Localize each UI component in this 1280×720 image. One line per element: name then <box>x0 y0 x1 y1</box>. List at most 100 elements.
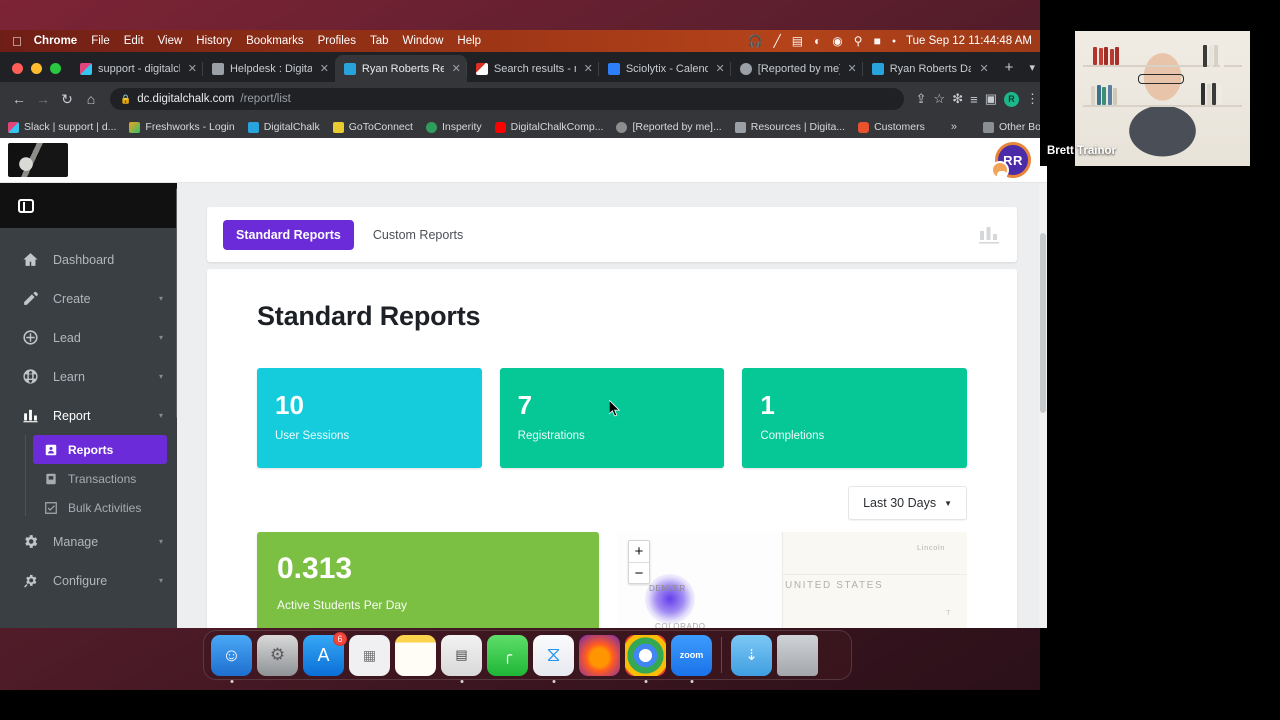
sidebar-item-lead[interactable]: Lead ▾ <box>0 318 177 357</box>
dock-app-app-store[interactable]: A 6 <box>303 631 347 676</box>
menubar-clock[interactable]: Tue Sep 12 11:44:48 AM <box>906 35 1032 47</box>
bookmark-item[interactable]: Insperity <box>425 121 482 133</box>
stat-card-completions[interactable]: 1 Completions <box>742 368 968 468</box>
extensions-puzzle-icon[interactable]: ❇ <box>952 91 963 107</box>
menu-file[interactable]: File <box>91 35 110 47</box>
sidebar-item-label: Create <box>53 291 91 306</box>
bookmark-item[interactable]: Freshworks - Login <box>129 121 235 133</box>
forward-icon[interactable]: → <box>32 88 54 110</box>
menu-chrome[interactable]: Chrome <box>34 35 77 47</box>
sidebar-toggle-icon[interactable] <box>18 198 34 213</box>
battery-icon[interactable]: ▤ <box>792 34 803 48</box>
tab-standard-reports[interactable]: Standard Reports <box>223 219 354 250</box>
browser-tab[interactable]: Sciolytix - Calenda ✕ <box>597 55 731 82</box>
pencil-slash-icon[interactable]: ╱ <box>773 34 780 48</box>
wifi-icon[interactable]: ◐ <box>814 34 821 48</box>
menu-edit[interactable]: Edit <box>124 35 144 47</box>
browser-tab[interactable]: [Reported by me] I ✕ <box>729 55 863 82</box>
reload-icon[interactable]: ↻ <box>56 88 78 110</box>
close-tab-icon[interactable]: ✕ <box>848 62 857 75</box>
browser-tab-active[interactable]: Ryan Roberts Repo ✕ <box>334 55 467 82</box>
sidebar-item-reports[interactable]: Reports <box>33 435 167 464</box>
sidebar-item-bulk-activities[interactable]: Bulk Activities <box>33 493 167 522</box>
back-icon[interactable]: ← <box>8 88 30 110</box>
bookmark-item[interactable]: GoToConnect <box>332 121 413 133</box>
page-scrollbar[interactable] <box>1039 183 1047 628</box>
menu-profiles[interactable]: Profiles <box>318 35 356 47</box>
dock-app-notes[interactable] <box>395 634 436 676</box>
bar-chart-icon[interactable] <box>977 225 1001 245</box>
headphones-icon[interactable]: 🎧 <box>748 34 763 48</box>
browser-tab[interactable]: Helpdesk : DigitalC ✕ <box>201 55 335 82</box>
dock-folder-downloads[interactable]: ⇣ <box>731 634 772 676</box>
bookmark-item[interactable]: Resources | Digita... <box>734 121 845 133</box>
stat-card-active-students[interactable]: 0.313 Active Students Per Day <box>257 532 599 628</box>
bookmark-item[interactable]: Customers <box>858 121 925 133</box>
minimize-window-button[interactable] <box>31 63 42 74</box>
new-tab-button[interactable]: + <box>995 59 1024 82</box>
menu-history[interactable]: History <box>196 35 232 47</box>
bookmark-item[interactable]: Slack | support | d... <box>8 121 116 133</box>
bookmark-item[interactable]: [Reported by me]... <box>616 121 722 133</box>
home-icon[interactable]: ⌂ <box>80 88 102 110</box>
close-tab-icon[interactable]: ✕ <box>716 62 725 75</box>
other-bookmarks-folder[interactable]: Other Bookmarks <box>982 121 1047 133</box>
close-tab-icon[interactable]: ✕ <box>188 62 197 75</box>
dock-app-numbers[interactable]: ╭ <box>487 634 528 676</box>
dock-app-finder[interactable]: ☺ <box>211 634 252 683</box>
menu-help[interactable]: Help <box>457 35 481 47</box>
bookmarks-overflow-icon[interactable]: » <box>951 121 957 133</box>
sidebar-item-transactions[interactable]: Transactions <box>33 464 167 493</box>
browser-tab[interactable]: support - digitalcha ✕ <box>71 55 203 82</box>
kebab-menu-icon[interactable]: ⋮ <box>1026 91 1039 107</box>
dock-app-zoom[interactable]: zoom <box>671 634 712 683</box>
stat-card-user-sessions[interactable]: 10 User Sessions <box>257 368 482 468</box>
digitalchalk-logo[interactable] <box>8 143 68 177</box>
profile-avatar[interactable]: R <box>1004 91 1019 107</box>
screen-share-icon[interactable]: ■ <box>874 34 881 48</box>
dock-app-launchpad[interactable]: ▦ <box>349 634 390 676</box>
date-range-dropdown[interactable]: Last 30 Days ▼ <box>848 486 967 520</box>
menu-window[interactable]: Window <box>403 35 444 47</box>
bookmark-item[interactable]: DigitalChalk <box>247 121 320 133</box>
map-zoom-in-button[interactable]: + <box>629 541 649 562</box>
user-avatar-wrap[interactable]: RR <box>991 142 1031 179</box>
reading-list-icon[interactable]: ≡ <box>970 92 978 107</box>
close-tab-icon[interactable]: ✕ <box>452 62 461 75</box>
bookmark-star-icon[interactable]: ☆ <box>934 91 946 107</box>
dock-app-chrome[interactable] <box>625 634 666 683</box>
dock-app-calculator[interactable]: ▤ <box>441 634 482 683</box>
close-tab-icon[interactable]: ✕ <box>979 62 988 75</box>
bookmark-item[interactable]: DigitalChalkComp... <box>494 121 603 133</box>
close-tab-icon[interactable]: ✕ <box>320 62 329 75</box>
close-window-button[interactable] <box>12 63 23 74</box>
control-center-icon[interactable]: ◉ <box>832 34 842 48</box>
tab-custom-reports[interactable]: Custom Reports <box>360 220 476 250</box>
sidebar-item-report[interactable]: Report ▾ <box>0 396 177 435</box>
sidebar-item-configure[interactable]: Configure ▾ <box>0 561 177 600</box>
stat-card-registrations[interactable]: 7 Registrations <box>499 368 725 468</box>
menu-bookmarks[interactable]: Bookmarks <box>246 35 304 47</box>
dock-app-safari[interactable]: ⧖ <box>533 634 574 683</box>
browser-tab[interactable]: Ryan Roberts Dash ✕ <box>861 55 995 82</box>
dock-app-firefox[interactable] <box>579 634 620 676</box>
dock-trash[interactable] <box>777 634 818 676</box>
menu-view[interactable]: View <box>158 35 183 47</box>
geo-map[interactable]: + − DENVER COLORADO UNITED STATES Lincol… <box>617 532 967 628</box>
share-icon[interactable]: ⇪ <box>916 91 927 107</box>
browser-tab[interactable]: Search results - rya ✕ <box>465 55 599 82</box>
map-zoom-out-button[interactable]: − <box>629 562 649 583</box>
maximize-window-button[interactable] <box>50 63 61 74</box>
side-panel-icon[interactable]: ▣ <box>985 91 997 107</box>
sidebar-item-dashboard[interactable]: Dashboard <box>0 240 177 279</box>
apple-logo-icon[interactable]:  <box>12 35 22 48</box>
sidebar-item-create[interactable]: Create ▾ <box>0 279 177 318</box>
close-tab-icon[interactable]: ✕ <box>584 62 593 75</box>
sidebar-item-learn[interactable]: Learn ▾ <box>0 357 177 396</box>
sidebar-item-manage[interactable]: Manage ▾ <box>0 522 177 561</box>
page-scrollbar-thumb[interactable] <box>1040 233 1046 413</box>
menu-tab[interactable]: Tab <box>370 35 389 47</box>
search-icon[interactable]: ⚲ <box>854 34 863 48</box>
dock-app-system-settings[interactable]: ⚙ <box>257 634 298 676</box>
address-bar[interactable]: 🔒 dc.digitalchalk.com/report/list <box>110 88 904 110</box>
